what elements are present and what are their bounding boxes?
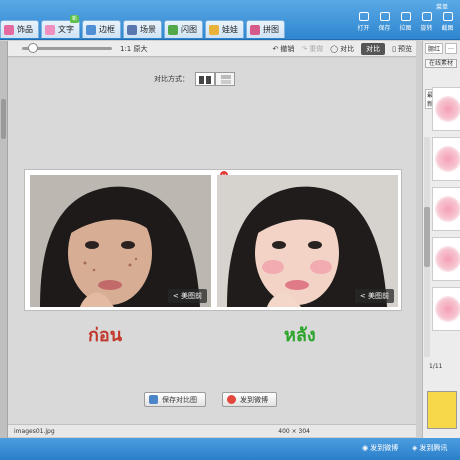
rotate-icon <box>421 12 432 21</box>
text-icon <box>45 24 55 35</box>
tab-frame[interactable]: 边框 <box>82 20 121 38</box>
tab-label: 娃娃 <box>222 25 238 34</box>
blush-swatch <box>435 246 460 272</box>
tab-label: 闪图 <box>181 25 197 34</box>
tab-collage[interactable]: 拼图 <box>246 20 285 38</box>
after-caption: หลัง <box>284 325 316 346</box>
tab-doll[interactable]: 娃娃 <box>205 20 244 38</box>
before-photo: < 美图前 <box>30 175 211 307</box>
view-toolbar: 1:1 原大 ↶ 撤销 ↷ 重做 ◯ 对比 对比 ▯ 预览 <box>8 41 416 57</box>
open-button[interactable]: 打开 <box>355 4 372 32</box>
tab-label: 边框 <box>99 25 115 34</box>
edit-actions: ↶ 撤销 ↷ 重做 ◯ 对比 对比 ▯ 预览 <box>273 42 416 55</box>
frame-icon <box>86 24 96 35</box>
save-icon <box>149 395 158 404</box>
blush-material[interactable] <box>432 287 460 331</box>
screenshot-icon <box>442 12 453 21</box>
scene-icon <box>127 24 137 35</box>
accessory-icon <box>4 24 14 35</box>
tab-scene[interactable]: 场景 <box>123 20 162 38</box>
tab-label: 场景 <box>140 25 156 34</box>
compare-toggle[interactable]: ◯ 对比 <box>330 44 354 54</box>
tab-label: 饰品 <box>17 25 33 34</box>
pull-image-button[interactable]: 拉图 <box>397 4 414 32</box>
material-pager: 1/11 <box>429 363 443 370</box>
before-caption: ก่อน <box>88 325 123 346</box>
canvas-actions: 保存对比图 发到微博 <box>144 392 277 407</box>
zoom-original-button[interactable]: 1:1 原大 <box>120 44 148 54</box>
blush-material[interactable] <box>432 237 460 281</box>
compare-mode: 对比方式： <box>154 72 235 86</box>
portrait-illustration <box>217 175 398 307</box>
compare-active-button[interactable]: 对比 <box>361 42 386 55</box>
share-weibo-link[interactable]: ◉ 发到微博 <box>362 443 398 453</box>
feature-tabs: 饰品 文字 新 边框 场景 闪图 娃娃 拼图 <box>0 15 285 38</box>
tab-flash[interactable]: 闪图 <box>164 20 203 38</box>
weibo-icon <box>227 395 236 404</box>
editor-canvas: 对比方式： < 美图前 × <box>8 58 416 424</box>
online-materials[interactable]: 在线素材 <box>423 56 460 69</box>
tab-label: 拼图 <box>263 25 279 34</box>
comparison-frame: < 美图前 × < 美图前 <box>24 169 402 311</box>
tab-label: 文字 <box>58 25 74 34</box>
flash-icon <box>168 24 178 35</box>
scrollbar-thumb[interactable] <box>424 207 430 267</box>
file-actions: 打开 保存 拉图 旋转 截图 <box>355 4 456 32</box>
zoom-slider[interactable] <box>22 43 112 53</box>
share-tencent-link[interactable]: ◈ 发到腾讯 <box>412 443 447 453</box>
material-panel: 腮红 … 在线素材 最新 热门 1/11 <box>422 41 460 438</box>
weibo-icon: ◉ <box>362 444 369 452</box>
image-dimensions: 400 × 304 <box>278 427 310 435</box>
folder-icon <box>358 12 369 21</box>
material-scrollbar[interactable] <box>424 137 430 357</box>
stacked-button[interactable] <box>215 72 235 86</box>
after-photo: < 美图前 <box>217 175 398 307</box>
status-bar: images01.jpg 400 × 304 <box>8 424 416 437</box>
pull-icon <box>400 12 411 21</box>
rotate-button[interactable]: 旋转 <box>418 4 435 32</box>
blush-material[interactable] <box>432 187 460 231</box>
tab-text[interactable]: 文字 新 <box>41 15 80 38</box>
after-photo-tag: < 美图前 <box>354 289 394 303</box>
promo-image[interactable] <box>427 391 457 429</box>
undo-button[interactable]: ↶ 撤销 <box>273 44 295 54</box>
blush-material[interactable] <box>432 87 460 131</box>
blush-swatch <box>435 146 460 172</box>
blush-swatch <box>435 196 460 222</box>
save-comparison-button[interactable]: 保存对比图 <box>144 392 206 407</box>
tab-accessories[interactable]: 饰品 <box>0 20 39 38</box>
new-badge: 新 <box>70 15 79 23</box>
save-icon <box>379 12 390 21</box>
side-by-side-button[interactable] <box>195 72 215 86</box>
tab-blush[interactable]: 腮红 <box>425 43 444 54</box>
redo-button[interactable]: ↷ 重做 <box>301 44 323 54</box>
preview-button[interactable]: ▯ 预览 <box>392 44 412 54</box>
tencent-icon: ◈ <box>412 444 418 452</box>
bottom-bar: ◉ 发到微博 ◈ 发到腾讯 <box>0 438 460 460</box>
left-panel-handle[interactable] <box>0 41 8 438</box>
blush-swatch <box>435 296 460 322</box>
collapse-handle[interactable] <box>1 99 6 139</box>
portrait-illustration <box>30 175 211 307</box>
file-name: images01.jpg <box>14 427 55 435</box>
tab-more[interactable]: … <box>445 43 458 54</box>
before-photo-tag: < 美图前 <box>167 289 207 303</box>
compare-mode-label: 对比方式： <box>154 75 189 83</box>
zoom-slider-knob[interactable] <box>28 43 38 53</box>
screenshot-button[interactable]: 截图 <box>439 4 456 32</box>
save-button[interactable]: 保存 <box>376 4 393 32</box>
blush-material[interactable] <box>432 137 460 181</box>
material-tabs: 腮红 … <box>423 41 460 56</box>
share-weibo-button[interactable]: 发到微博 <box>222 392 277 407</box>
doll-icon <box>209 24 219 35</box>
collage-icon <box>250 24 260 35</box>
blush-swatch <box>435 96 460 122</box>
top-toolbar: 菜单 饰品 文字 新 边框 场景 闪图 娃娃 拼图 打开 保存 拉图 旋转 截图 <box>0 0 460 40</box>
compare-mode-buttons <box>195 72 235 86</box>
